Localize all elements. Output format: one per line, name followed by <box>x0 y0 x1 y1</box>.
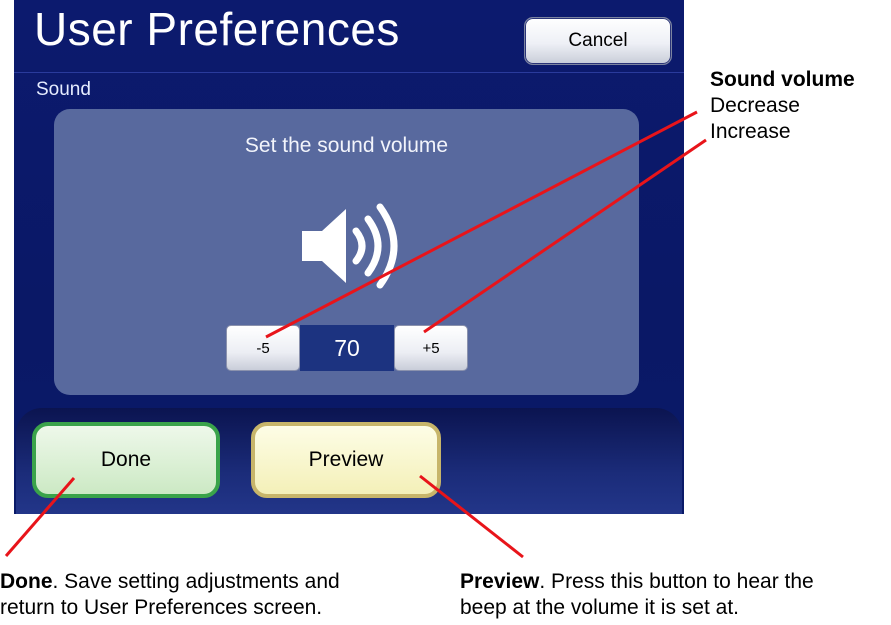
done-annotation-line2: return to User Preferences screen. <box>0 596 323 619</box>
volume-stepper: -5 70 +5 <box>226 325 468 371</box>
preview-annotation-line1: . Press this button to hear the <box>539 570 814 593</box>
preview-button[interactable]: Preview <box>251 422 441 498</box>
sound-volume-annotation-title: Sound volume <box>710 68 855 91</box>
sound-volume-panel: Set the sound volume -5 70 +5 <box>54 109 639 395</box>
sound-volume-annotation: Sound volume Decrease Increase <box>710 67 855 145</box>
preview-annotation-line2: beep at the volume it is set at. <box>460 596 739 619</box>
done-button[interactable]: Done <box>32 422 220 498</box>
cancel-button[interactable]: Cancel <box>524 17 672 65</box>
done-annotation-term: Done <box>0 570 53 593</box>
increase-volume-button[interactable]: +5 <box>394 325 468 371</box>
speaker-volume-icon <box>302 203 398 289</box>
preview-annotation: Preview. Press this button to hear the b… <box>460 569 814 621</box>
done-annotation: Done. Save setting adjustments and retur… <box>0 569 340 621</box>
decrease-volume-button[interactable]: -5 <box>226 325 300 371</box>
header-divider <box>14 72 684 73</box>
increase-annotation: Increase <box>710 120 791 143</box>
decrease-annotation: Decrease <box>710 94 800 117</box>
volume-value: 70 <box>300 325 394 371</box>
device-screen: User Preferences Cancel Sound Set the so… <box>14 0 684 514</box>
section-label: Sound <box>36 79 91 100</box>
panel-heading: Set the sound volume <box>244 134 449 157</box>
done-annotation-line1: . Save setting adjustments and <box>52 570 340 593</box>
page-title: User Preferences <box>34 3 400 55</box>
preview-annotation-term: Preview <box>460 570 540 593</box>
